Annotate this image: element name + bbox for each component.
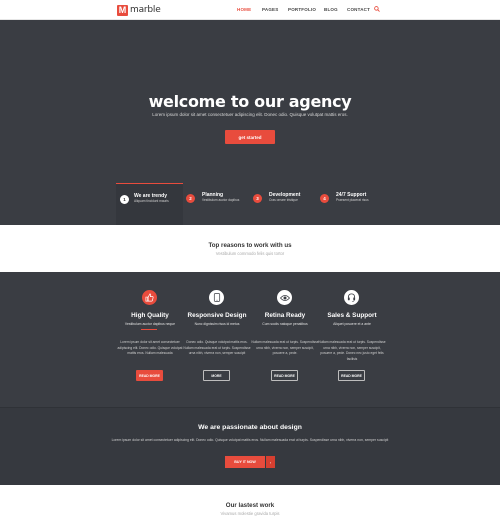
- latest-subtitle: Vivamus molestie gravida turpis: [220, 511, 280, 516]
- logo-mark: M: [117, 4, 128, 16]
- headset-icon: [344, 290, 359, 305]
- header: M marble HOME PAGES PORTFOLIO BLOG CONTA…: [0, 0, 500, 20]
- read-more-button[interactable]: READ MORE: [136, 370, 163, 381]
- step-number: 1: [120, 195, 129, 204]
- get-started-button[interactable]: get started: [225, 130, 275, 144]
- step-desc: Cras ornare tristique: [269, 198, 298, 202]
- thumbs-up-icon: [142, 290, 157, 305]
- reasons-subtitle: Vestibulum commodo felis quis tortor: [215, 251, 285, 256]
- read-more-button[interactable]: READ MORE: [271, 370, 298, 381]
- passion-title: We are passionate about design: [198, 424, 302, 431]
- search-icon[interactable]: [374, 6, 380, 12]
- feature-subtitle: Vestibulum auctor dapibus neque: [124, 322, 176, 326]
- features-section: High Quality Vestibulum auctor dapibus n…: [0, 272, 500, 407]
- logo[interactable]: M marble: [117, 4, 161, 16]
- step-number: 2: [186, 194, 195, 203]
- feature-retina-ready: Retina Ready Cum sociis natoque penatibu…: [251, 272, 323, 407]
- step-number: 4: [320, 194, 329, 203]
- passion-body: Lorem ipsum dolor sit amet consectetuer …: [111, 438, 389, 442]
- feature-body: Donec odio. Quisque volutpat mattis eros…: [183, 340, 251, 356]
- feature-divider: [141, 329, 157, 330]
- feature-body: Lorem ipsum dolor sit amet consectetuer …: [117, 340, 183, 356]
- latest-title: Our lastest work: [225, 502, 275, 509]
- step-desc: Aliquam tincidunt mauris: [134, 199, 169, 203]
- logo-text: marble: [130, 5, 161, 15]
- feature-title: Sales & Support: [327, 312, 377, 319]
- step-3[interactable]: 3 Development Cras ornare tristique: [253, 183, 319, 225]
- nav-blog[interactable]: BLOG: [324, 7, 338, 12]
- process-steps: 1 We are trendy Aliquam tincidunt mauris…: [116, 183, 384, 225]
- eye-icon: [277, 290, 292, 305]
- feature-subtitle: Aliquet posuere et a ante: [333, 322, 371, 326]
- chevron-right-icon: ›: [266, 456, 275, 468]
- step-4[interactable]: 4 24/7 Support Praesent placerat risus: [320, 183, 384, 225]
- step-desc: Praesent placerat risus: [336, 198, 369, 202]
- step-1[interactable]: 1 We are trendy Aliquam tincidunt mauris: [116, 183, 183, 225]
- feature-body: Nullam malesuada erat ut turpis. Suspend…: [318, 340, 386, 361]
- tablet-icon: [209, 290, 224, 305]
- hero-title: welcome to our agency: [148, 92, 352, 111]
- nav-home[interactable]: HOME: [237, 7, 251, 12]
- step-number: 3: [253, 194, 262, 203]
- latest-work-section: Our lastest work Vivamus molestie gravid…: [0, 485, 500, 526]
- feature-subtitle: Cum sociis natoque penatibus: [262, 322, 308, 326]
- hero-section: welcome to our agency Lorem ipsum dolor …: [0, 20, 500, 225]
- feature-sales-support: Sales & Support Aliquet posuere et a ant…: [318, 272, 390, 407]
- feature-responsive-design: Responsive Design Nunc dignissim risus i…: [183, 272, 255, 407]
- read-more-button[interactable]: READ MORE: [338, 370, 365, 381]
- step-desc: Vestibulum auctor dapibus: [202, 198, 240, 202]
- more-button[interactable]: MORE: [203, 370, 230, 381]
- feature-title: Responsive Design: [187, 312, 247, 319]
- step-2[interactable]: 2 Planning Vestibulum auctor dapibus: [186, 183, 252, 225]
- nav-portfolio[interactable]: PORTFOLIO: [288, 7, 316, 12]
- nav-contact[interactable]: CONTACT: [347, 7, 370, 12]
- hero-subtitle: Lorem ipsum dolor sit amet consectetuer …: [152, 112, 348, 117]
- nav-pages[interactable]: PAGES: [262, 7, 278, 12]
- feature-body: Nullam malesuada erat ut turpis. Suspend…: [251, 340, 319, 356]
- buy-label: BUY IT NOW: [225, 456, 265, 468]
- reasons-title: Top reasons to work with us: [208, 242, 292, 249]
- passion-section: We are passionate about design Lorem ips…: [0, 407, 500, 485]
- feature-title: High Quality: [131, 312, 169, 319]
- buy-it-now-button[interactable]: BUY IT NOW ›: [225, 456, 275, 468]
- reasons-section: Top reasons to work with us Vestibulum c…: [0, 225, 500, 272]
- feature-subtitle: Nunc dignissim risus id metus: [194, 322, 240, 326]
- feature-high-quality: High Quality Vestibulum auctor dapibus n…: [118, 272, 188, 407]
- feature-title: Retina Ready: [264, 312, 306, 319]
